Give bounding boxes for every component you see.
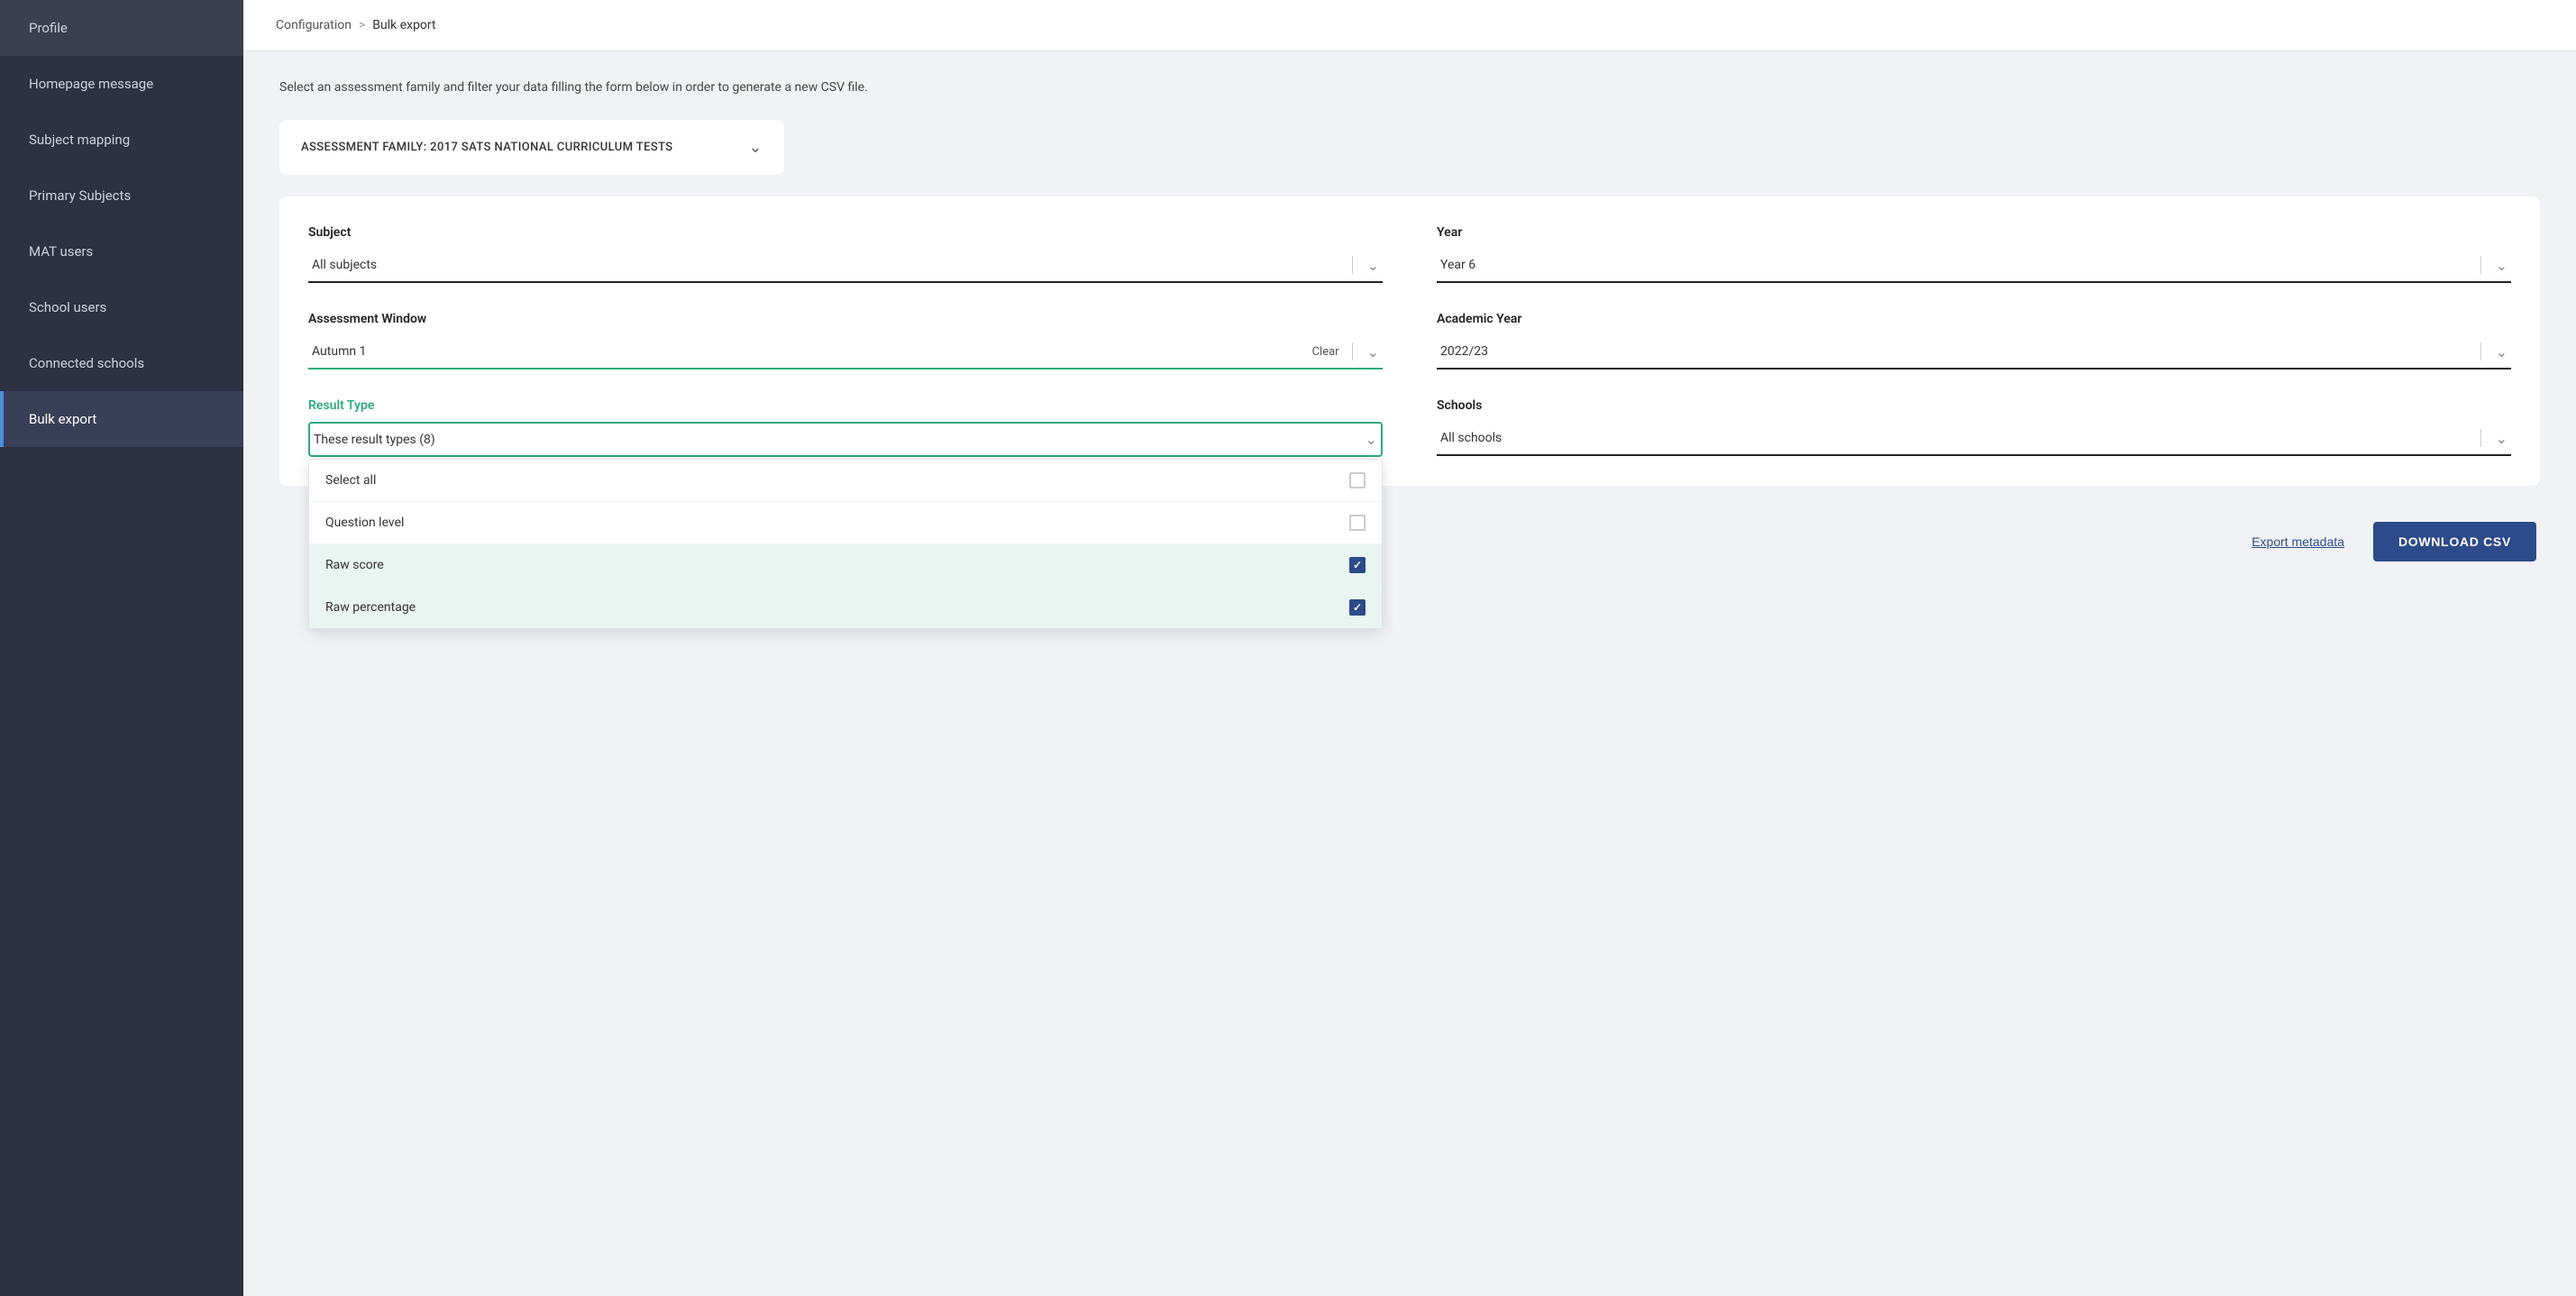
dropdown-item-3[interactable]: Raw percentage bbox=[309, 587, 1382, 628]
assessment-window-select[interactable]: Autumn 1 Clear ⌄ bbox=[308, 335, 1383, 370]
dropdown-item-2[interactable]: Raw score bbox=[309, 544, 1382, 587]
result-type-chevron-icon: ⌄ bbox=[1358, 431, 1377, 448]
breadcrumb: Configuration > Bulk export bbox=[243, 0, 2576, 51]
result-type-dropdown-scroll: Select all Question level Raw score Raw per… bbox=[309, 460, 1382, 628]
year-chevron-icon: ⌄ bbox=[2489, 257, 2507, 274]
filter-card: Subject All subjects ⌄ Year Year 6 ⌄ bbox=[279, 196, 2540, 486]
export-metadata-button[interactable]: Export metadata bbox=[2252, 534, 2344, 549]
result-type-select[interactable]: These result types (8) ⌄ bbox=[308, 422, 1383, 457]
academic-year-field-group: Academic Year 2022/23 ⌄ bbox=[1437, 312, 2511, 370]
dropdown-item-label-1: Question level bbox=[325, 516, 404, 530]
assessment-family-select[interactable]: ASSESSMENT FAMILY: 2017 SATS NATIONAL CU… bbox=[279, 120, 784, 175]
sidebar-item-profile[interactable]: Profile bbox=[0, 0, 243, 56]
subject-value: All subjects bbox=[312, 258, 1345, 272]
sidebar-item-homepage-message[interactable]: Homepage message bbox=[0, 56, 243, 112]
dropdown-item-label-2: Raw score bbox=[325, 558, 384, 572]
result-type-field-group: Result Type These result types (8) ⌄ Sel… bbox=[308, 398, 1383, 457]
academic-year-value: 2022/23 bbox=[1440, 344, 2473, 359]
result-type-dropdown-menu: Select all Question level Raw score Raw per… bbox=[308, 459, 1383, 629]
intro-text: Select an assessment family and filter y… bbox=[279, 80, 2540, 95]
dropdown-item-checkbox-3[interactable] bbox=[1349, 599, 1366, 616]
year-select[interactable]: Year 6 ⌄ bbox=[1437, 249, 2511, 283]
dropdown-item-checkbox-0[interactable] bbox=[1349, 472, 1366, 488]
academic-year-select[interactable]: 2022/23 ⌄ bbox=[1437, 335, 2511, 370]
result-type-label: Result Type bbox=[308, 398, 1383, 413]
assessment-window-clear-btn[interactable]: Clear bbox=[1307, 343, 1345, 361]
sidebar: ProfileHomepage messageSubject mappingPr… bbox=[0, 0, 243, 1296]
academic-year-label: Academic Year bbox=[1437, 312, 2511, 326]
year-field-group: Year Year 6 ⌄ bbox=[1437, 225, 2511, 283]
sidebar-item-mat-users[interactable]: MAT users bbox=[0, 224, 243, 279]
academic-year-separator bbox=[2480, 342, 2481, 361]
schools-label: Schools bbox=[1437, 398, 2511, 413]
sidebar-item-connected-schools[interactable]: Connected schools bbox=[0, 335, 243, 391]
subject-field-group: Subject All subjects ⌄ bbox=[308, 225, 1383, 283]
dropdown-item-1[interactable]: Question level bbox=[309, 502, 1382, 544]
assessment-window-separator bbox=[1352, 342, 1353, 361]
academic-year-chevron-icon: ⌄ bbox=[2489, 343, 2507, 361]
year-label: Year bbox=[1437, 225, 2511, 240]
main-content: Configuration > Bulk export Select an as… bbox=[243, 0, 2576, 1296]
download-csv-button[interactable]: DOWNLOAD CSV bbox=[2373, 522, 2536, 561]
assessment-family-label: ASSESSMENT FAMILY: 2017 SATS NATIONAL CU… bbox=[301, 141, 673, 154]
breadcrumb-parent[interactable]: Configuration bbox=[276, 18, 352, 32]
dropdown-item-0[interactable]: Select all bbox=[309, 460, 1382, 502]
sidebar-item-bulk-export[interactable]: Bulk export bbox=[0, 391, 243, 447]
filter-grid: Subject All subjects ⌄ Year Year 6 ⌄ bbox=[308, 225, 2511, 457]
year-separator bbox=[2480, 256, 2481, 274]
chevron-down-icon: ⌄ bbox=[749, 138, 763, 157]
dropdown-item-label-3: Raw percentage bbox=[325, 600, 416, 615]
sidebar-item-subject-mapping[interactable]: Subject mapping bbox=[0, 112, 243, 168]
subject-label: Subject bbox=[308, 225, 1383, 240]
sidebar-item-school-users[interactable]: School users bbox=[0, 279, 243, 335]
schools-select[interactable]: All schools ⌄ bbox=[1437, 422, 2511, 456]
dropdown-item-label-0: Select all bbox=[325, 473, 376, 488]
assessment-window-value: Autumn 1 bbox=[312, 344, 1307, 359]
dropdown-item-checkbox-1[interactable] bbox=[1349, 515, 1366, 531]
page-content: Select an assessment family and filter y… bbox=[243, 51, 2576, 590]
schools-value: All schools bbox=[1440, 431, 2473, 445]
breadcrumb-current: Bulk export bbox=[372, 18, 435, 32]
subject-select[interactable]: All subjects ⌄ bbox=[308, 249, 1383, 283]
year-value: Year 6 bbox=[1440, 258, 2473, 272]
schools-chevron-icon: ⌄ bbox=[2489, 430, 2507, 447]
subject-separator bbox=[1352, 256, 1353, 274]
schools-separator bbox=[2480, 429, 2481, 447]
assessment-window-label: Assessment Window bbox=[308, 312, 1383, 326]
result-type-value: These result types (8) bbox=[314, 433, 1358, 447]
assessment-window-chevron-icon: ⌄ bbox=[1360, 343, 1379, 361]
breadcrumb-separator: > bbox=[359, 18, 365, 32]
schools-field-group: Schools All schools ⌄ bbox=[1437, 398, 2511, 457]
assessment-family-wrapper: ASSESSMENT FAMILY: 2017 SATS NATIONAL CU… bbox=[279, 120, 784, 175]
assessment-window-field-group: Assessment Window Autumn 1 Clear ⌄ bbox=[308, 312, 1383, 370]
dropdown-item-checkbox-2[interactable] bbox=[1349, 557, 1366, 573]
subject-chevron-icon: ⌄ bbox=[1360, 257, 1379, 274]
sidebar-item-primary-subjects[interactable]: Primary Subjects bbox=[0, 168, 243, 224]
